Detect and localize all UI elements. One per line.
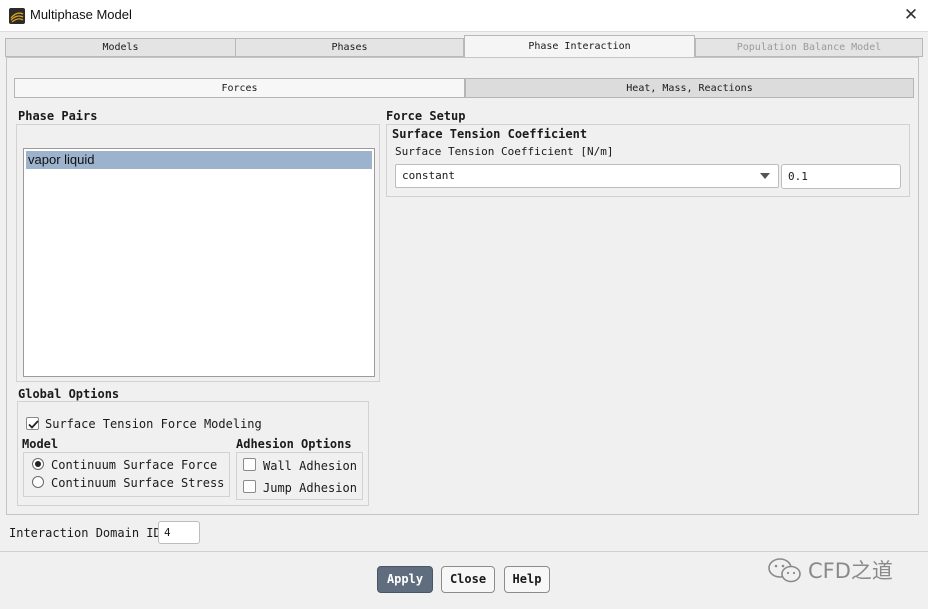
help-button[interactable]: Help	[504, 566, 550, 593]
phase-pairs-title: Phase Pairs	[18, 109, 98, 123]
surface-tension-method-select[interactable]: constant	[395, 164, 779, 188]
surface-tension-modeling-label: Surface Tension Force Modeling	[45, 417, 262, 431]
subtab-heat-mass-reactions[interactable]: Heat, Mass, Reactions	[465, 78, 914, 98]
continuum-surface-stress-radio[interactable]	[32, 476, 44, 488]
interaction-domain-value: 4	[164, 526, 171, 539]
force-setup-title: Force Setup	[386, 109, 466, 123]
surface-tension-method-value: constant	[402, 169, 455, 182]
wechat-icon	[768, 558, 801, 583]
separator	[0, 551, 928, 552]
surface-tension-group-title: Surface Tension Coefficient	[392, 127, 588, 141]
phase-pairs-list[interactable]: vapor liquid	[23, 148, 375, 377]
surface-tension-modeling-checkbox[interactable]	[26, 417, 39, 430]
watermark-text: CFD之道	[808, 559, 893, 583]
tab-models[interactable]: Models	[5, 38, 236, 57]
jump-adhesion-label: Jump Adhesion	[263, 481, 357, 495]
tab-phase-interaction[interactable]: Phase Interaction	[464, 35, 695, 58]
surface-tension-value: 0.1	[788, 170, 808, 183]
continuum-surface-force-label: Continuum Surface Force	[51, 458, 218, 472]
wall-adhesion-label: Wall Adhesion	[263, 459, 357, 473]
interaction-domain-input[interactable]: 4	[158, 521, 200, 544]
model-title: Model	[22, 437, 59, 451]
title-bar: Multiphase Model ✕	[0, 0, 928, 32]
subtab-forces[interactable]: Forces	[14, 78, 465, 98]
apply-button[interactable]: Apply	[377, 566, 433, 593]
continuum-surface-stress-label: Continuum Surface Stress	[51, 476, 225, 490]
continuum-surface-force-radio[interactable]	[32, 458, 44, 470]
adhesion-options-title: Adhesion Options	[236, 437, 352, 451]
wall-adhesion-checkbox[interactable]	[243, 458, 256, 471]
surface-tension-value-input[interactable]: 0.1	[781, 164, 901, 189]
tab-phases[interactable]: Phases	[235, 38, 464, 57]
global-options-title: Global Options	[18, 387, 120, 401]
surface-tension-field-label: Surface Tension Coefficient [N/m]	[395, 145, 614, 158]
jump-adhesion-checkbox[interactable]	[243, 480, 256, 493]
checkmark-icon	[28, 420, 39, 429]
list-item[interactable]: vapor liquid	[26, 151, 372, 169]
close-button[interactable]: Close	[441, 566, 495, 593]
app-icon	[9, 8, 25, 24]
window-title: Multiphase Model	[30, 7, 132, 22]
close-window-icon[interactable]: ✕	[898, 3, 924, 27]
tab-population-balance-model[interactable]: Population Balance Model	[695, 38, 923, 57]
chevron-down-icon	[760, 173, 770, 179]
interaction-domain-label: Interaction Domain ID	[9, 526, 161, 540]
